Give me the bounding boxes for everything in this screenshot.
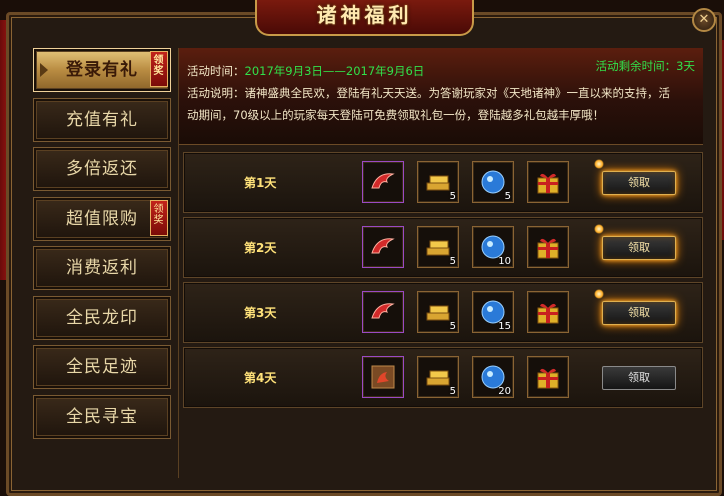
item-quantity: 15 [498, 321, 511, 332]
reward-slot[interactable]: 5 [417, 356, 459, 398]
event-time-label: 活动时间： [187, 64, 245, 78]
reward-slot[interactable] [362, 291, 404, 333]
day-row-4: 第4天 5 20 领取 [183, 347, 703, 408]
event-description-line2: 动期间，70级以上的玩家每天登陆可免费领取礼包一份，登陆越多礼包越丰厚哦！ [187, 108, 605, 122]
claim-button[interactable]: 领取 [602, 236, 676, 260]
window-title: 诸神福利 [255, 0, 474, 36]
item-quantity: 10 [498, 256, 511, 267]
item-quantity: 5 [449, 321, 456, 332]
reward-slot[interactable]: 5 [472, 161, 514, 203]
reward-slot[interactable]: 10 [472, 226, 514, 268]
claim-badge: 领奖 [150, 51, 168, 87]
claim-button[interactable]: 领取 [602, 366, 676, 390]
claim-button[interactable]: 领取 [602, 301, 676, 325]
event-time: 活动时间：2017年9月3日——2017年9月6日 [187, 63, 424, 79]
gold-bars-icon [426, 175, 450, 191]
active-arrow-icon [40, 63, 48, 77]
reward-slot[interactable] [527, 291, 569, 333]
reward-slot[interactable]: 5 [417, 161, 459, 203]
day-row-2: 第2天 5 10 领取 [183, 217, 703, 278]
item-quantity: 5 [449, 191, 456, 202]
sidebar-item-label: 登录有礼 [66, 60, 138, 80]
sidebar-item-label: 超值限购 [66, 208, 138, 229]
reward-slot[interactable] [527, 161, 569, 203]
sparkle-icon [594, 159, 604, 169]
red-wing-icon [371, 238, 395, 254]
item-quantity: 5 [504, 191, 511, 202]
close-button[interactable]: ✕ [692, 8, 716, 32]
sidebar-item-label: 全民足迹 [66, 357, 138, 377]
gift-box-icon [537, 238, 559, 259]
item-quantity: 5 [449, 256, 456, 267]
remaining-time: 活动剩余时间：3天 [595, 59, 695, 73]
day-label: 第4天 [244, 371, 277, 385]
reward-slot[interactable] [362, 161, 404, 203]
day-label: 第3天 [244, 306, 277, 320]
reward-slot[interactable] [362, 356, 404, 398]
gold-bars-icon [426, 240, 450, 256]
day-row-1: 第1天 5 5 领取 [183, 152, 703, 213]
reward-slot[interactable]: 5 [417, 291, 459, 333]
fire-scroll-icon [371, 365, 395, 389]
reward-slot[interactable]: 5 [417, 226, 459, 268]
reward-slot[interactable] [527, 226, 569, 268]
sidebar-item-spend-rebate[interactable]: 消费返利 [33, 246, 171, 290]
sidebar-item-treasure-hunt[interactable]: 全民寻宝 [33, 394, 171, 439]
claim-button[interactable]: 领取 [602, 171, 676, 195]
sidebar-item-value-purchase[interactable]: 超值限购 领奖 [33, 196, 171, 241]
gift-box-icon [537, 303, 559, 324]
sidebar-item-label: 全民寻宝 [66, 406, 138, 427]
blue-orb-icon [481, 170, 505, 194]
red-wing-icon [371, 173, 395, 189]
red-wing-icon [371, 303, 395, 319]
sparkle-icon [594, 224, 604, 234]
sidebar-item-label: 充值有礼 [66, 109, 138, 130]
content-panel: 活动时间：2017年9月3日——2017年9月6日 活动剩余时间：3天 活动说明… [178, 48, 703, 478]
day-label: 第2天 [244, 241, 277, 255]
item-quantity: 20 [498, 386, 511, 397]
claim-badge: 领奖 [150, 199, 168, 236]
day-label: 第1天 [244, 176, 277, 190]
sidebar: 登录有礼 领奖 充值有礼 多倍返还 超值限购 领奖 消费返利 全民龙印 全民足迹… [33, 48, 171, 444]
sidebar-item-login-gift[interactable]: 登录有礼 领奖 [33, 48, 171, 92]
day-row-3: 第3天 5 15 领取 [183, 282, 703, 343]
event-banner: 活动时间：2017年9月3日——2017年9月6日 活动剩余时间：3天 活动说明… [179, 48, 703, 145]
sidebar-item-label: 多倍返还 [66, 159, 138, 179]
sparkle-icon [594, 289, 604, 299]
reward-slot[interactable]: 15 [472, 291, 514, 333]
gift-box-icon [537, 173, 559, 194]
sidebar-item-label: 消费返利 [66, 258, 138, 278]
event-description-line1: 活动说明：诸神盛典全民欢，登陆有礼天天送。为答谢玩家对《天地诸神》一直以来的支持… [187, 86, 670, 100]
reward-slot[interactable]: 20 [472, 356, 514, 398]
gold-bars-icon [426, 370, 450, 386]
item-quantity: 5 [449, 386, 456, 397]
gold-bars-icon [426, 305, 450, 321]
event-time-value: 2017年9月3日——2017年9月6日 [244, 64, 425, 78]
sidebar-item-footprint[interactable]: 全民足迹 [33, 345, 171, 389]
sidebar-item-label: 全民龙印 [66, 307, 138, 328]
reward-slot[interactable] [362, 226, 404, 268]
reward-slot[interactable] [527, 356, 569, 398]
sidebar-item-multi-return[interactable]: 多倍返还 [33, 147, 171, 191]
gift-box-icon [537, 368, 559, 389]
sidebar-item-dragon-seal[interactable]: 全民龙印 [33, 295, 171, 340]
sidebar-item-recharge-gift[interactable]: 充值有礼 [33, 97, 171, 142]
